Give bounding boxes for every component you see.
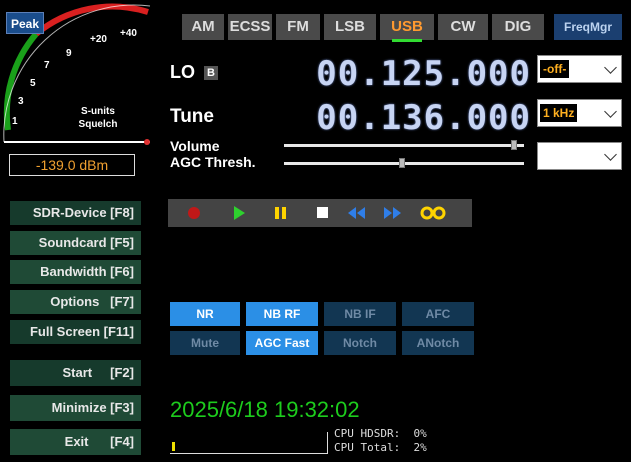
mode-usb-button[interactable]: USB — [380, 14, 434, 40]
tune-step-select[interactable]: 1 kHz — [537, 99, 622, 127]
squelch-legend: Squelch — [79, 119, 118, 130]
tune-step-value: 1 kHz — [540, 104, 578, 122]
record-icon[interactable] — [188, 207, 200, 219]
mode-dig-button[interactable]: DIG — [492, 14, 544, 40]
start-button[interactable]: Start [F2] — [10, 360, 141, 386]
bandwidth-button[interactable]: Bandwidth [F6] — [10, 260, 141, 284]
mode-ecss-button[interactable]: ECSS — [228, 14, 272, 40]
fast-forward-icon[interactable] — [384, 207, 401, 219]
s-units-legend: S-units — [81, 106, 115, 117]
play-icon[interactable] — [234, 206, 245, 220]
mode-cw-button[interactable]: CW — [438, 14, 488, 40]
agc-thresh-slider[interactable] — [284, 158, 524, 168]
peak-button[interactable]: Peak — [6, 12, 44, 34]
scale-label-1: 1 — [12, 116, 18, 127]
nr-button[interactable]: NR — [170, 302, 240, 326]
scale-label-3: 3 — [18, 96, 24, 107]
pause-icon[interactable] — [275, 207, 286, 219]
volume-slider-thumb[interactable] — [510, 140, 517, 150]
soundcard-button[interactable]: Soundcard [F5] — [10, 231, 141, 255]
lo-select-value: -off- — [540, 60, 570, 78]
agc-thresh-slider-thumb[interactable] — [398, 158, 405, 168]
mute-button[interactable]: Mute — [170, 331, 240, 355]
mode-fm-button[interactable]: FM — [276, 14, 320, 40]
dbm-readout: -139.0 dBm — [9, 154, 135, 176]
agc-select[interactable] — [537, 142, 622, 170]
volume-slider[interactable] — [284, 140, 524, 150]
tune-label: Tune — [170, 106, 214, 127]
full-screen-button[interactable]: Full Screen [F11] — [10, 320, 141, 344]
minimize-button[interactable]: Minimize [F3] — [10, 395, 141, 421]
notch-button[interactable]: Notch — [324, 331, 396, 355]
chevron-down-icon — [604, 61, 617, 74]
cpu-meter — [170, 432, 328, 454]
agc-thresh-label: AGC Thresh. — [170, 154, 256, 170]
agc-fast-button[interactable]: AGC Fast — [246, 331, 318, 355]
cpu-hdsdr-text: CPU HDSDR: 0% — [334, 427, 427, 440]
exit-button[interactable]: Exit [F4] — [10, 429, 141, 455]
lo-b-badge[interactable]: B — [204, 66, 218, 80]
lo-frequency-display[interactable]: 00.125.000 — [316, 54, 531, 94]
lo-label: LO — [170, 62, 195, 82]
scale-label-7: 7 — [44, 60, 50, 71]
loop-icon[interactable] — [420, 206, 446, 220]
scale-label-5: 5 — [30, 78, 36, 89]
freqmgr-button[interactable]: FreqMgr — [554, 14, 622, 40]
scale-label-plus20: +20 — [90, 34, 107, 45]
transport-bar — [168, 199, 472, 227]
chevron-down-icon — [604, 148, 617, 161]
scale-label-plus40: +40 — [120, 28, 137, 39]
tune-frequency-display[interactable]: 00.136.000 — [316, 98, 531, 138]
anotch-button[interactable]: ANotch — [402, 331, 474, 355]
nb-rf-button[interactable]: NB RF — [246, 302, 318, 326]
squelch-marker — [144, 139, 150, 145]
volume-label: Volume — [170, 138, 220, 154]
nb-if-button[interactable]: NB IF — [324, 302, 396, 326]
chevron-down-icon — [604, 105, 617, 118]
options-button[interactable]: Options [F7] — [10, 290, 141, 314]
sdr-device-button[interactable]: SDR-Device [F8] — [10, 201, 141, 225]
cpu-total-text: CPU Total: 2% — [334, 441, 427, 454]
scale-label-9: 9 — [66, 48, 72, 59]
active-mode-indicator — [392, 39, 422, 42]
cpu-meter-bar — [172, 442, 175, 451]
clock-display: 2025/6/18 19:32:02 — [170, 397, 360, 422]
mode-am-button[interactable]: AM — [182, 14, 224, 40]
afc-button[interactable]: AFC — [402, 302, 474, 326]
mode-lsb-button[interactable]: LSB — [324, 14, 376, 40]
stop-icon[interactable] — [317, 207, 328, 218]
rewind-icon[interactable] — [348, 207, 365, 219]
lo-select[interactable]: -off- — [537, 55, 622, 83]
